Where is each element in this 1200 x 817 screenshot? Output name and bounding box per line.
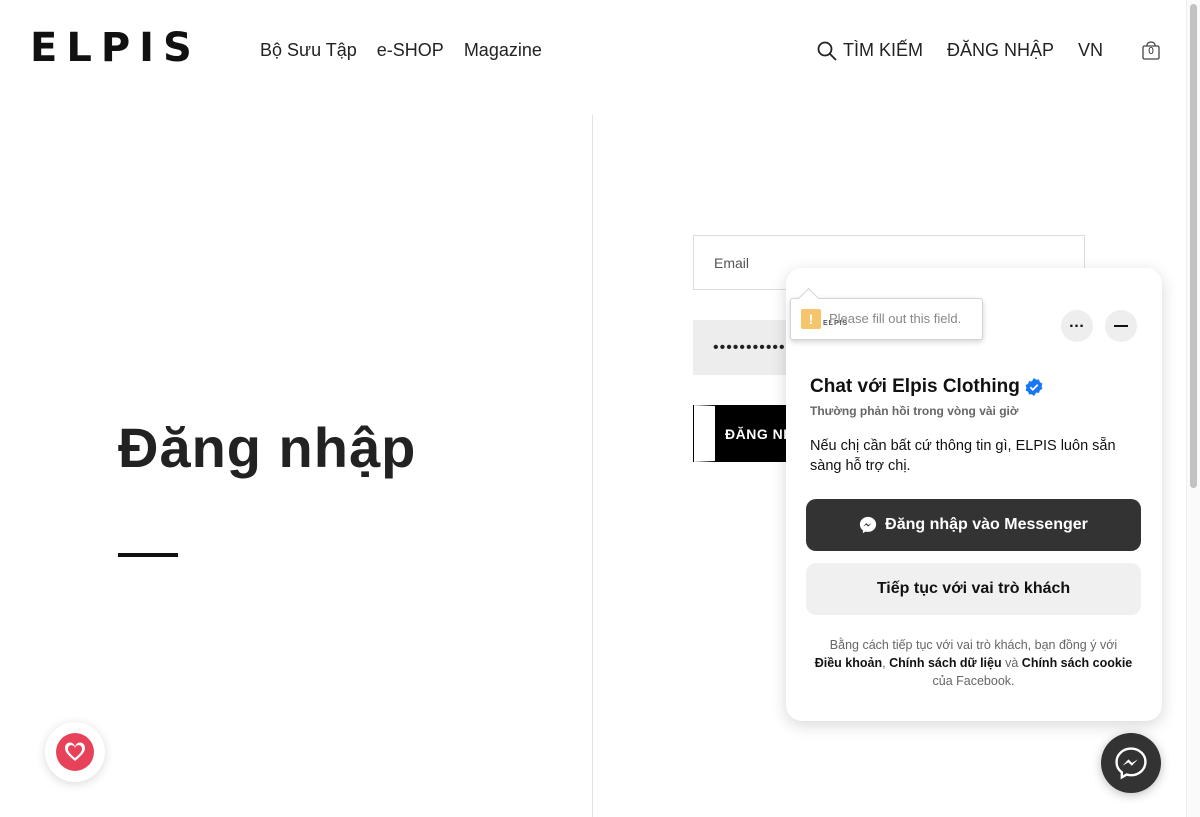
messenger-login-button[interactable]: Đăng nhập vào Messenger: [806, 499, 1141, 551]
login-link[interactable]: ĐĂNG NHẬP: [947, 40, 1054, 61]
chat-minimize-button[interactable]: [1105, 310, 1137, 342]
legal-suffix: của Facebook.: [932, 674, 1015, 688]
brand-logo[interactable]: ELPIS: [30, 28, 201, 68]
chat-title-text: Chat với Elpis Clothing: [810, 376, 1020, 397]
chat-subtitle: Thường phản hồi trong vòng vài giờ: [810, 404, 1019, 418]
login-button-edge: [693, 405, 694, 462]
title-underline: [118, 553, 178, 557]
column-divider: [592, 115, 593, 817]
search-label: TÌM KIẾM: [843, 40, 923, 60]
page-title: Đăng nhập: [118, 416, 417, 479]
heart-icon: [64, 742, 86, 761]
chat-more-button[interactable]: …: [1061, 310, 1093, 342]
nav-magazine[interactable]: Magazine: [464, 40, 542, 61]
nav-collection[interactable]: Bộ Sưu Tập: [260, 40, 357, 61]
messenger-login-label: Đăng nhập vào Messenger: [885, 516, 1088, 533]
legal-separator: ,: [882, 656, 886, 670]
cookie-policy-link[interactable]: Chính sách cookie: [1022, 656, 1132, 670]
language-switch[interactable]: VN: [1078, 40, 1103, 61]
heart-badge: [56, 733, 94, 771]
validation-message: Please fill out this field.: [829, 311, 962, 326]
cart-button[interactable]: 0: [1141, 40, 1161, 61]
nav-eshop[interactable]: e-SHOP: [377, 40, 444, 61]
header-actions: TÌM KIẾM ĐĂNG NHẬP VN 0: [817, 40, 1161, 61]
privacy-link[interactable]: Chính sách dữ liệu: [889, 656, 1002, 670]
messenger-icon: [1115, 747, 1147, 780]
legal-prefix: Bằng cách tiếp tục với vai trò khách, bạ…: [829, 638, 1118, 652]
messenger-float-button[interactable]: [1101, 733, 1161, 793]
minimize-icon: [1114, 325, 1128, 327]
search-icon: [817, 41, 837, 61]
search-button[interactable]: TÌM KIẾM: [817, 40, 923, 61]
chat-legal-text: Bằng cách tiếp tục với vai trò khách, bạ…: [806, 636, 1141, 690]
validation-tooltip: ! ELPIS Please fill out this field.: [790, 298, 983, 340]
verified-icon: [1025, 378, 1043, 396]
warning-icon: !: [801, 309, 821, 329]
scrollbar-thumb[interactable]: [1190, 4, 1197, 488]
site-header: ELPIS Bộ Sưu Tập e-SHOP Magazine TÌM KIẾ…: [0, 0, 1186, 100]
main-nav: Bộ Sưu Tập e-SHOP Magazine: [260, 40, 542, 61]
page-scrollbar[interactable]: [1186, 0, 1200, 817]
legal-and: và: [1005, 656, 1019, 670]
more-icon: …: [1068, 314, 1086, 331]
cart-count: 0: [1148, 45, 1154, 57]
chat-title: Chat với Elpis Clothing: [810, 376, 1044, 398]
wishlist-float-button[interactable]: [45, 722, 105, 782]
terms-link[interactable]: Điều khoản: [815, 656, 882, 670]
guest-continue-button[interactable]: Tiếp tục với vai trò khách: [806, 563, 1141, 615]
messenger-icon: [860, 516, 877, 534]
chat-greeting: Nếu chị cần bất cứ thông tin gì, ELPIS l…: [810, 438, 1116, 474]
